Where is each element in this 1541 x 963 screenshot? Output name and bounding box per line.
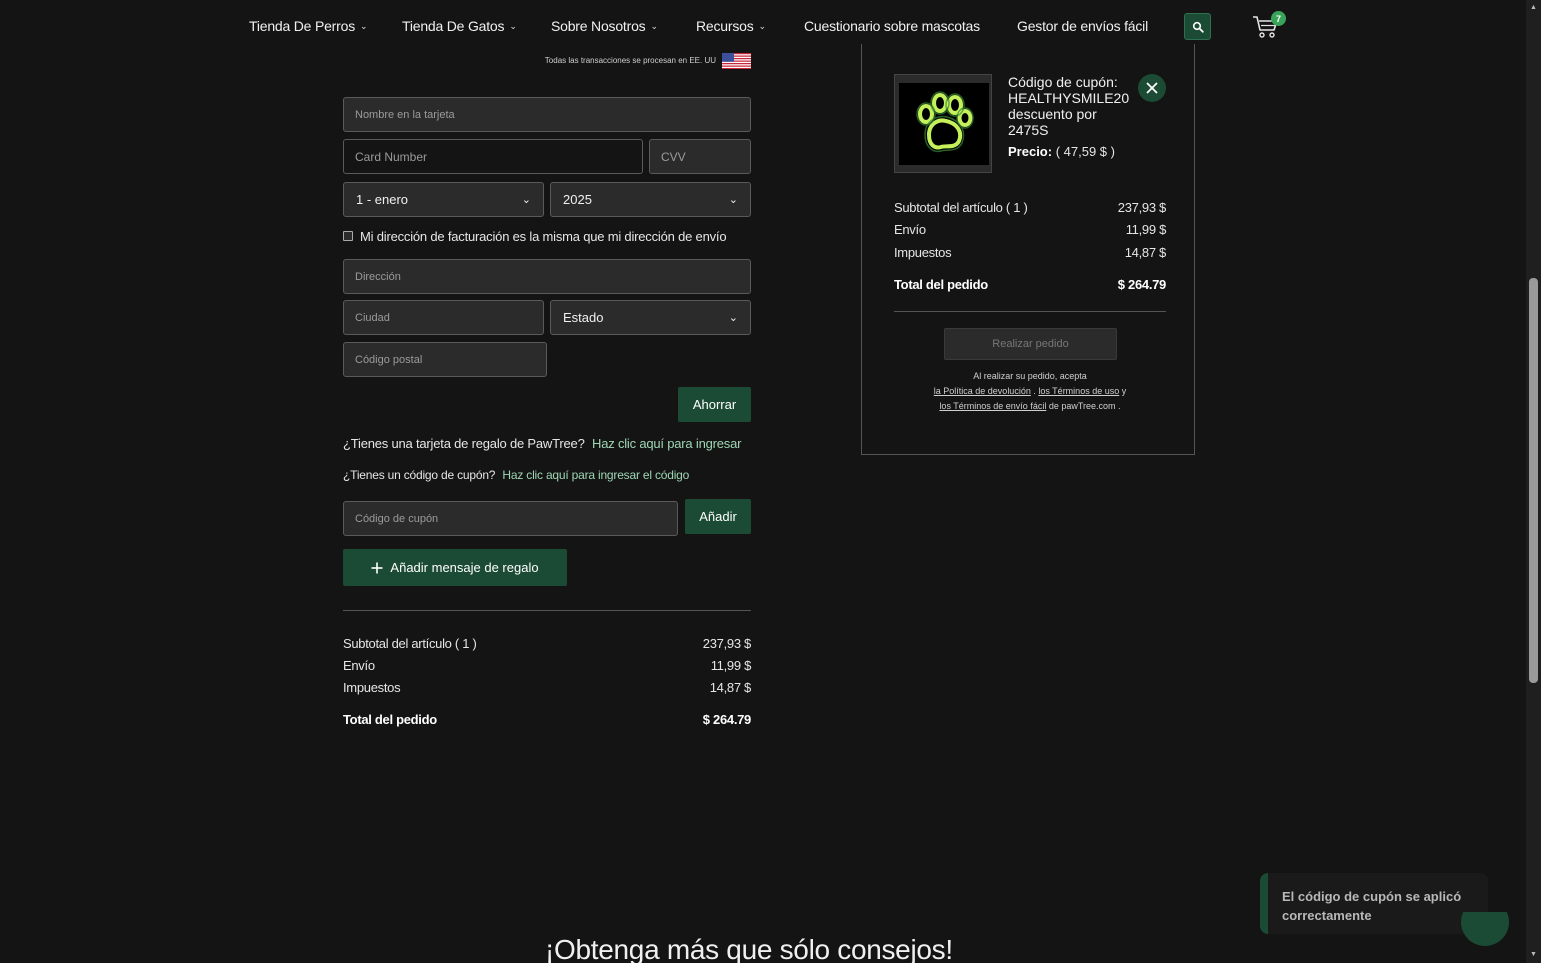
gift-card-prompt: ¿Tienes una tarjeta de regalo de PawTree… [343,436,742,451]
nav-item-easy-ship[interactable]: Gestor de envíos fácil [1017,18,1148,34]
plus-icon [371,562,383,573]
top-navigation: Tienda De Perros ⌄ Tienda De Gatos ⌄ Sobre… [0,0,1526,52]
scroll-up-arrow-icon[interactable]: ▲ [1529,4,1538,12]
paw-icon [916,91,974,153]
footer-heading: ¡Obtenga más que sólo consejos! [545,934,953,963]
panel-shipping-label: Envío [894,222,926,237]
subtotal-label: Subtotal del artículo ( 1 ) [343,636,477,651]
gift-card-link[interactable]: Haz clic aquí para ingresar [592,436,741,451]
summary-divider [343,610,751,611]
coupon-price: Precio: ( 47,59 $ ) [1008,144,1115,159]
search-button[interactable] [1184,13,1211,40]
us-flag-icon [722,53,751,69]
panel-subtotal-value: 237,93 $ [1117,200,1167,215]
chevron-down-icon: ⌄ [758,21,767,31]
coupon-link[interactable]: Haz clic aquí para ingresar el código [502,468,689,482]
name-on-card-input[interactable] [343,97,751,132]
place-order-button[interactable]: Realizar pedido [944,328,1117,360]
scrollbar-thumb[interactable] [1529,278,1538,683]
terms-of-use-link[interactable]: los Términos de uso [1038,386,1119,396]
legal-notice: Al realizar su pedido, acepta la Polític… [933,371,1127,411]
coupon-prompt: ¿Tienes un código de cupón? Haz clic aqu… [343,468,690,482]
scroll-down-arrow-icon[interactable]: ▼ [1529,951,1538,959]
state-select[interactable]: Estado ⌄ [550,300,751,335]
coupon-code-input[interactable] [343,501,678,536]
shipping-terms-link[interactable]: los Términos de envío fácil [939,401,1046,411]
panel-taxes-value: 14,87 $ [1124,245,1167,260]
billing-same-checkbox[interactable] [343,231,353,241]
address-input[interactable] [343,259,751,294]
nav-item-pet-quiz[interactable]: Cuestionario sobre mascotas [804,18,980,34]
add-coupon-button[interactable]: Añadir [685,499,751,534]
chevron-down-icon: ⌄ [521,194,531,206]
shipping-value: 11,99 $ [710,658,752,673]
close-icon [1146,82,1158,94]
coupon-success-toast: El código de cupón se aplicó correctamen… [1260,873,1488,934]
order-total-label: Total del pedido [343,712,437,727]
transactions-note: Todas las transacciones se procesan en E… [544,56,716,65]
chevron-down-icon: ⌄ [509,21,517,31]
panel-total-value: $ 264.79 [1117,277,1167,292]
city-input[interactable] [343,300,544,335]
remove-coupon-button[interactable] [1138,74,1166,102]
return-policy-link[interactable]: la Política de devolución [934,386,1031,396]
chat-button[interactable] [1461,912,1509,946]
search-icon [1192,21,1204,33]
save-button[interactable]: Ahorrar [678,387,751,422]
nav-item-about-us[interactable]: Sobre Nosotros ⌄ [551,18,658,34]
nav-item-resources[interactable]: Recursos ⌄ [696,18,766,34]
chevron-down-icon: ⌄ [728,194,738,206]
taxes-label: Impuestos [343,680,401,695]
cart-count-badge: 7 [1271,11,1286,26]
card-number-input[interactable] [343,139,643,174]
chevron-down-icon: ⌄ [728,312,738,324]
subtotal-value: 237,93 $ [702,636,752,651]
order-total-value: $ 264.79 [702,712,752,727]
chevron-down-icon: ⌄ [650,21,658,31]
panel-subtotal-label: Subtotal del artículo ( 1 ) [894,200,1028,215]
panel-shipping-value: 11,99 $ [1125,222,1167,237]
chevron-down-icon: ⌄ [360,21,368,31]
expiry-year-select[interactable]: 2025 ⌄ [550,182,751,217]
nav-item-dog-store[interactable]: Tienda De Perros ⌄ [249,18,368,34]
panel-divider [894,311,1166,312]
billing-same-label: Mi dirección de facturación es la misma … [360,229,727,244]
add-gift-message-button[interactable]: Añadir mensaje de regalo [343,549,567,586]
panel-taxes-label: Impuestos [894,245,952,260]
taxes-value: 14,87 $ [709,680,752,695]
cvv-input[interactable] [649,139,751,174]
zip-code-input[interactable] [343,342,547,377]
shipping-label: Envío [343,658,375,673]
panel-total-label: Total del pedido [894,277,988,292]
coupon-title: Código de cupón: HEALTHYSMILE20 descuent… [1008,74,1130,138]
nav-item-cat-store[interactable]: Tienda De Gatos ⌄ [402,18,517,34]
coupon-thumbnail [894,74,992,173]
expiry-month-select[interactable]: 1 - enero ⌄ [343,182,544,217]
